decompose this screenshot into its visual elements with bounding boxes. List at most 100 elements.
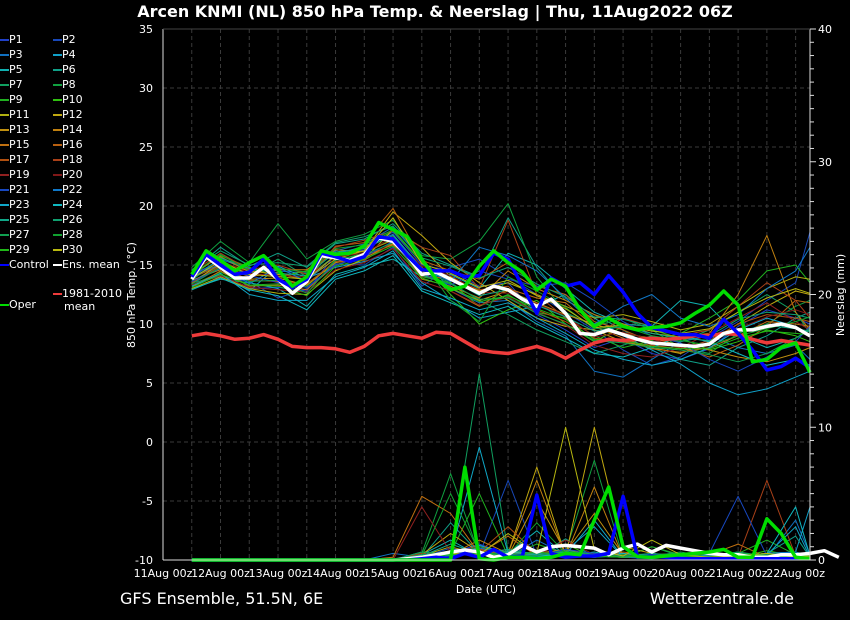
y-tick-label: 25: [139, 141, 153, 154]
y2-tick-label: 40: [818, 23, 832, 36]
x-tick-label: 15Aug 00z: [364, 567, 423, 580]
legend-swatch: [53, 129, 62, 131]
legend-item-p18: P18: [53, 153, 83, 166]
series-line-p22-temperature: [191, 233, 811, 327]
legend-item-p27: P27: [0, 228, 30, 241]
legend-swatch: [53, 54, 62, 56]
series-line-p7-precipitation: [191, 373, 811, 561]
x-tick-label: 13Aug 00z: [249, 567, 308, 580]
legend-swatch: [0, 99, 9, 101]
legend-label: Ens. mean: [62, 258, 120, 271]
x-tick-label: 21Aug 00z: [709, 567, 768, 580]
legend-label: P29: [9, 243, 30, 256]
legend-swatch: [53, 144, 62, 146]
legend-item-p13: P13: [0, 123, 30, 136]
legend-swatch: [0, 264, 9, 266]
legend-swatch: [53, 249, 62, 251]
legend-item-p29: P29: [0, 243, 30, 256]
y2-axis-label: Neerslag (mm): [834, 254, 847, 336]
legend-label: P25: [9, 213, 30, 226]
legend-item-p6: P6: [53, 63, 76, 76]
x-tick-label: 14Aug 00z: [306, 567, 365, 580]
chart: -10 -5 0 5 10 15 20 25 30 35 0 10 20 30 40 11Aug 00z12A…: [125, 23, 847, 596]
legend-swatch: [0, 84, 9, 86]
legend-label: P23: [9, 198, 30, 211]
legend-label: P17: [9, 153, 30, 166]
legend-swatch: [0, 249, 9, 251]
y-tick-label: 0: [146, 436, 153, 449]
legend-label: P10: [62, 93, 83, 106]
source-label: GFS Ensemble, 51.5N, 6E: [120, 589, 324, 608]
y-tick-label: 20: [139, 200, 153, 213]
x-tick-label: 12Aug 00z: [191, 567, 250, 580]
legend-label: P4: [62, 48, 76, 61]
legend-item-p9: P9: [0, 93, 23, 106]
legend-swatch: [53, 99, 62, 101]
series-line-p18-precipitation: [191, 479, 811, 561]
legend-item-p17: P17: [0, 153, 30, 166]
legend-item-p8: P8: [53, 78, 76, 91]
series-line-p14-precipitation: [191, 479, 811, 561]
legend-item-p22: P22: [53, 183, 83, 196]
legend-swatch: [53, 234, 62, 236]
legend-item-oper: Oper: [0, 298, 36, 311]
x-tick-label: 22Aug 00z: [766, 567, 825, 580]
legend-label: P12: [62, 108, 83, 121]
legend-label: P21: [9, 183, 30, 196]
legend-label: P11: [9, 108, 30, 121]
y-tick-label: 5: [146, 377, 153, 390]
legend-label: P18: [62, 153, 83, 166]
legend-item-p24: P24: [53, 198, 83, 211]
legend-swatch: [0, 129, 9, 131]
legend-swatch: [53, 114, 62, 116]
legend-swatch: [53, 69, 62, 71]
legend-item-p16: P16: [53, 138, 83, 151]
y-tick-label: 35: [139, 23, 153, 36]
series-line-p23-precipitation: [191, 446, 811, 561]
legend-label: P22: [62, 183, 83, 196]
legend-item-p10: P10: [53, 93, 83, 106]
y2-tick-label: 20: [818, 289, 832, 302]
legend-label: P20: [62, 168, 83, 181]
legend-label: P16: [62, 138, 83, 151]
y-tick-label: 15: [139, 259, 153, 272]
y-tick-label: -10: [135, 554, 153, 567]
legend-swatch: [53, 39, 62, 41]
y-axis-label: 850 hPa Temp. (°C): [125, 242, 138, 348]
legend-swatch: [53, 189, 62, 191]
legend-item-p4: P4: [53, 48, 76, 61]
y2-tick-label: 10: [818, 421, 832, 434]
x-tick-label: 16Aug 00z: [421, 567, 480, 580]
legend-swatch: [0, 144, 9, 146]
legend-swatch: [53, 293, 62, 295]
x-axis-label: Date (UTC): [456, 583, 516, 596]
legend-item-climatology: 1981-2010 mean: [53, 287, 122, 313]
legend-item-p12: P12: [53, 108, 83, 121]
legend-label: P27: [9, 228, 30, 241]
legend-label: P2: [62, 33, 76, 46]
legend-item-p11: P11: [0, 108, 30, 121]
site-label: Wetterzentrale.de: [649, 589, 794, 608]
legend-label: P3: [9, 48, 23, 61]
legend-item-p23: P23: [0, 198, 30, 211]
legend-item-control: Control: [0, 258, 49, 271]
legend-item-p28: P28: [53, 228, 83, 241]
legend-label: P7: [9, 78, 23, 91]
legend-item-ens-mean: Ens. mean: [53, 258, 120, 271]
legend-swatch: [53, 264, 62, 266]
series-line-p2-precipitation: [191, 479, 811, 561]
legend-item-p5: P5: [0, 63, 23, 76]
legend-label: P30: [62, 243, 83, 256]
legend-item-p14: P14: [53, 123, 83, 136]
legend-label: Control: [9, 258, 49, 271]
legend-swatch: [0, 174, 9, 176]
legend-swatch: [0, 69, 9, 71]
legend-item-p15: P15: [0, 138, 30, 151]
legend-label: P26: [62, 213, 83, 226]
x-tick-label: 17Aug 00z: [479, 567, 538, 580]
legend-swatch: [0, 114, 9, 116]
legend-swatch: [0, 219, 9, 221]
x-tick-label: 18Aug 00z: [536, 567, 595, 580]
axes: -10 -5 0 5 10 15 20 25 30 35 0 10 20 30 40 11Aug 00z12A…: [134, 23, 832, 580]
legend-swatch: [0, 159, 9, 161]
